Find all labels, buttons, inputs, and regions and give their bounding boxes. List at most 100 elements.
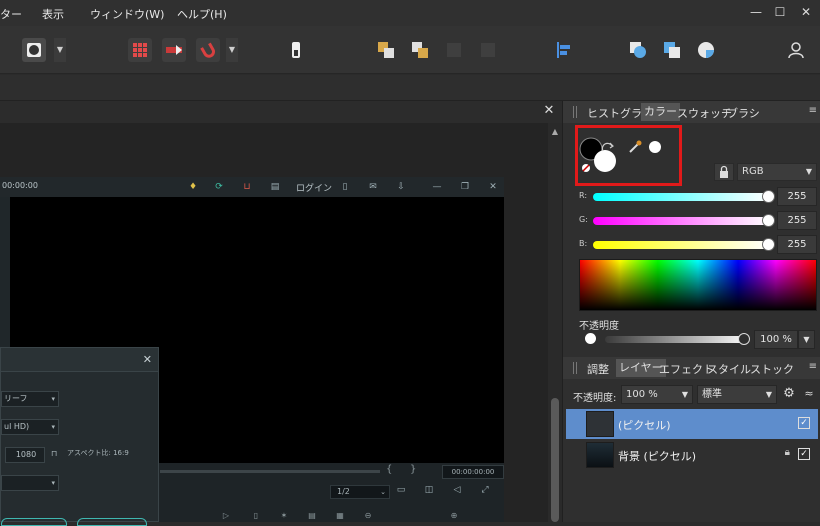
lock-button[interactable]	[714, 163, 734, 181]
snap-grid-button[interactable]	[128, 38, 152, 62]
mark-in: {	[386, 464, 393, 475]
tab-styles[interactable]: スタイル	[707, 361, 751, 377]
blend-mode-value: 標準	[702, 389, 722, 400]
scroll-thumb[interactable]	[551, 398, 559, 522]
slider-g-label: G:	[579, 215, 588, 224]
embedded-zoom-value: 1/2	[337, 487, 350, 496]
tab-adjustments[interactable]: 調整	[587, 361, 609, 377]
tab-effects[interactable]: エフェクト	[659, 361, 714, 377]
user-icon	[788, 42, 804, 59]
move-arrow-icon	[166, 45, 182, 55]
snapping-button[interactable]	[196, 38, 220, 62]
embedded-dialog-field-1-value: リーフ	[4, 394, 28, 403]
vertical-scrollbar[interactable]: ▲	[548, 123, 562, 522]
maximize-button[interactable]: ☐	[772, 4, 788, 20]
scroll-up-icon[interactable]: ▲	[548, 127, 562, 137]
layers-panel-menu-icon[interactable]: ≡	[809, 361, 817, 372]
slider-b-knob[interactable]	[762, 238, 775, 251]
bulb-icon: ♦	[188, 182, 198, 192]
menu-item-help[interactable]: ヘルプ(H)	[177, 6, 227, 22]
monitor-icon: ▭	[396, 485, 406, 495]
boolean-subtract-button[interactable]	[660, 38, 684, 62]
gear-icon[interactable]: ⚙	[781, 386, 797, 402]
layers-panel-tabs: 調整 レイヤー エフェクト スタイル ストック ≡	[563, 357, 820, 379]
boolean-add-button[interactable]	[626, 38, 650, 62]
arrange-forward-icon	[412, 42, 428, 58]
embedded-dialog-field-2: ul HD) ▾	[1, 419, 59, 435]
tab-stock[interactable]: ストック	[750, 361, 794, 377]
menu-item-window[interactable]: ウィンドウ(W)	[90, 6, 164, 22]
menu-item-view[interactable]: 表示	[42, 6, 64, 22]
layer-lock-icon[interactable]: 🔒︎	[785, 447, 790, 458]
boolean-add-icon	[630, 42, 646, 58]
layer-row[interactable]: (ピクセル) ✓	[566, 409, 818, 439]
embedded-restore-icon: ❐	[460, 182, 470, 192]
slider-g[interactable]: G: 255	[579, 211, 817, 231]
embedded-dialog-title: ✕	[1, 348, 158, 372]
close-button[interactable]: ✕	[798, 4, 814, 20]
user-profile-button[interactable]	[784, 38, 810, 62]
panel-grip-icon[interactable]	[573, 106, 577, 118]
color-model-select[interactable]: RGB ▼	[737, 163, 817, 181]
snapping-dropdown[interactable]: ▼	[226, 38, 238, 62]
slider-b[interactable]: B: 255	[579, 235, 817, 255]
right-panel: ヒストグラム カラー スウォッチ ブラシ ≡ RGB ▼ R: 255 G: 25…	[562, 101, 820, 522]
opacity-slider-track[interactable]	[605, 336, 743, 343]
layer-opacity-select[interactable]: 100 % ▼	[621, 385, 693, 404]
layer-name[interactable]: (ピクセル)	[618, 417, 671, 433]
arrange-back-button[interactable]	[374, 38, 398, 62]
boolean-intersect-icon	[698, 42, 714, 58]
slider-r-knob[interactable]	[762, 190, 775, 203]
zoom-out-icon: ⊖	[364, 511, 372, 520]
arrange-disabled-1-button[interactable]	[442, 38, 466, 62]
blend-mode-select[interactable]: 標準 ▼	[697, 385, 777, 404]
slider-b-value[interactable]: 255	[777, 235, 817, 254]
arrange-forward-button[interactable]	[408, 38, 432, 62]
tab-swatches[interactable]: スウォッチ	[677, 105, 732, 121]
layer-row[interactable]: 背景 (ピクセル) 🔒︎ ✓	[566, 440, 818, 470]
embedded-dialog-aspect: アスペクト比: 16:9	[67, 449, 129, 457]
slider-r-value[interactable]: 255	[777, 187, 817, 206]
document-close-button[interactable]: ✕	[542, 104, 556, 118]
toolbar: ▼ ▼	[0, 26, 820, 74]
effects-icon: ✶	[280, 511, 288, 520]
mail-icon: ✉	[369, 182, 377, 192]
menu-item-layer[interactable]: ター	[0, 6, 22, 22]
slider-g-knob[interactable]	[762, 214, 775, 227]
opacity-dropdown[interactable]: ▼	[798, 330, 815, 349]
document-tab-bar: ✕	[0, 101, 562, 123]
boolean-intersect-button[interactable]	[694, 38, 718, 62]
snap-move-button[interactable]	[162, 38, 186, 62]
layer-name[interactable]: 背景 (ピクセル)	[618, 448, 696, 464]
minimize-button[interactable]: —	[748, 4, 764, 20]
more-icon[interactable]: ≈	[801, 386, 817, 402]
layer-opacity-value: 100 %	[626, 389, 658, 400]
opacity-value[interactable]: 100 %	[754, 330, 798, 349]
layer-opacity-label: 不透明度:	[573, 393, 617, 404]
embedded-time: 00:00:00	[2, 181, 38, 190]
quick-mask-button[interactable]	[284, 38, 308, 62]
slider-b-track[interactable]	[593, 241, 769, 249]
embedded-dialog-button-2	[77, 518, 147, 526]
download-icon: ⇩	[397, 182, 405, 192]
layer-visibility-checkbox[interactable]: ✓	[798, 417, 810, 429]
tab-brushes[interactable]: ブラシ	[727, 105, 760, 121]
embedded-titlebar: 00:00:00 ♦ ⟳ ⊔ ▤ ログイン ▯ ✉ ⇩ — ❐ ✕	[0, 177, 504, 197]
circle-mode-button[interactable]	[22, 38, 46, 62]
layer-visibility-checkbox[interactable]: ✓	[798, 448, 810, 460]
color-spectrum[interactable]	[579, 259, 817, 311]
cart-icon: ⊔	[243, 182, 251, 192]
slider-g-track[interactable]	[593, 217, 769, 225]
circle-mode-icon	[27, 43, 41, 57]
tab-color[interactable]: カラー	[641, 103, 680, 121]
slider-r-track[interactable]	[593, 193, 769, 201]
opacity-slider-knob[interactable]	[738, 333, 750, 345]
align-button[interactable]	[552, 38, 576, 62]
color-panel-menu-icon[interactable]: ≡	[809, 105, 817, 116]
circle-mode-dropdown[interactable]: ▼	[54, 38, 66, 62]
panel-grip-icon[interactable]	[573, 362, 577, 374]
arrange-disabled-2-button[interactable]	[476, 38, 500, 62]
embedded-timecode: 00:00:00:00	[442, 465, 504, 479]
slider-g-value[interactable]: 255	[777, 211, 817, 230]
slider-r[interactable]: R: 255	[579, 187, 817, 207]
